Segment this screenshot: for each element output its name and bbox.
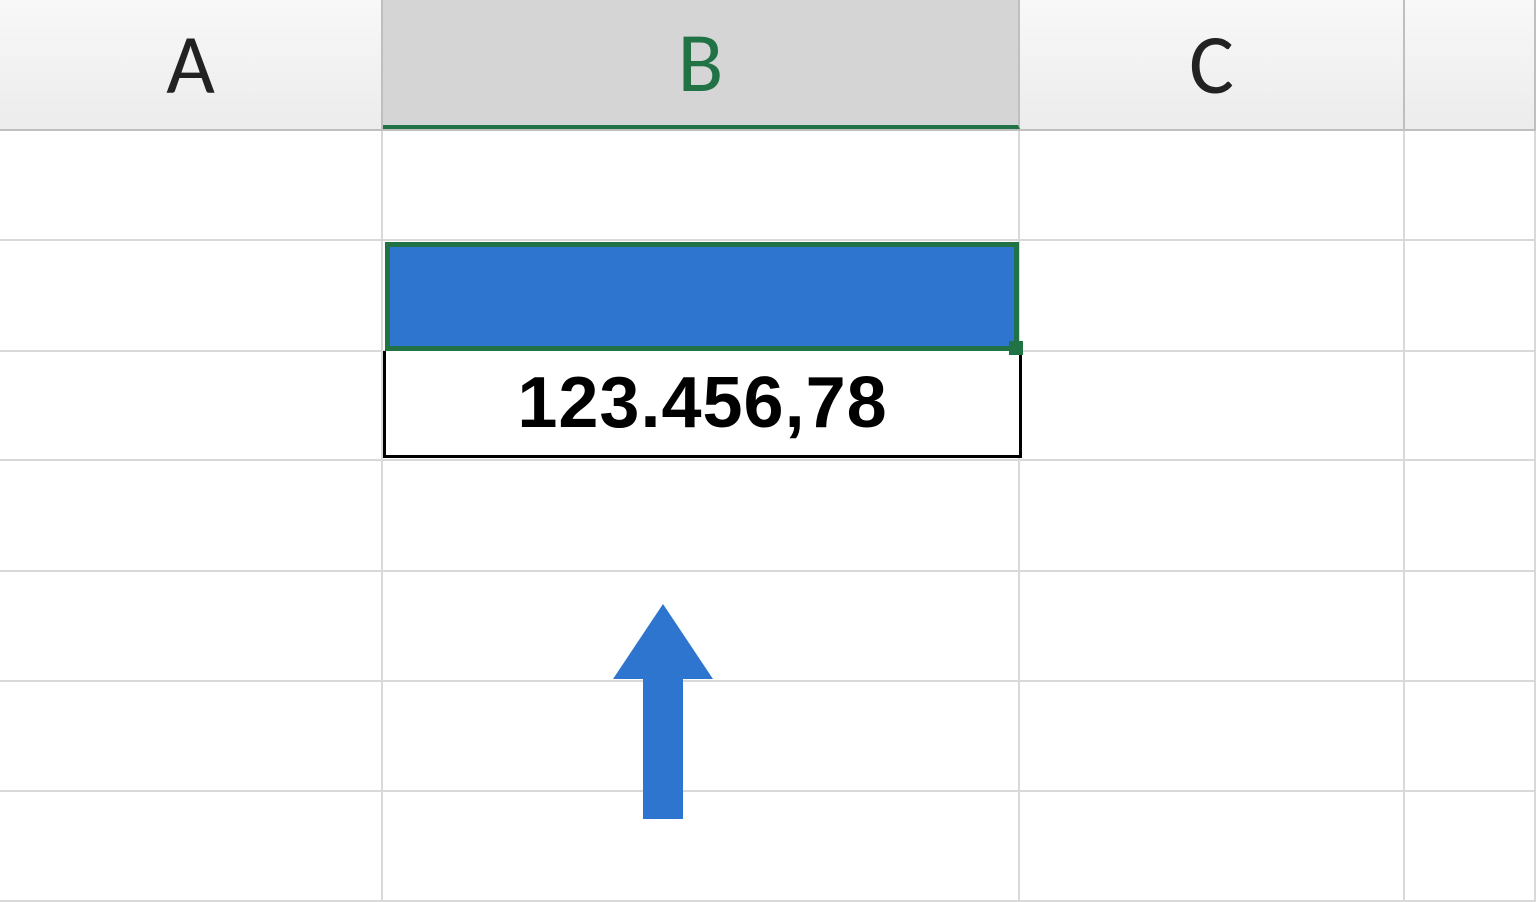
cell-b3-value-display[interactable]: 123.456,78 [383,351,1022,458]
column-label-a: A [166,13,215,116]
cell-a4[interactable] [0,461,383,570]
spreadsheet-grid: A B C [0,0,1536,864]
cell-a1[interactable] [0,131,383,239]
cell-a2[interactable] [0,241,383,350]
cell-b4[interactable] [383,461,1020,570]
column-header-c[interactable]: C [1020,0,1405,129]
cell-c5[interactable] [1020,572,1405,680]
cell-d4[interactable] [1405,461,1536,570]
column-header-d[interactable] [1405,0,1536,129]
cell-c3[interactable] [1020,352,1405,459]
arrow-up-icon [613,604,713,824]
cell-d6[interactable] [1405,682,1536,790]
cell-c7[interactable] [1020,792,1405,900]
row-4 [0,461,1536,572]
row-1 [0,131,1536,241]
column-label-c: C [1189,13,1234,116]
active-cell-selection[interactable] [385,242,1019,351]
cell-d7[interactable] [1405,792,1536,900]
column-header-b[interactable]: B [383,0,1020,129]
row-5 [0,572,1536,682]
cell-a6[interactable] [0,682,383,790]
column-header-row: A B C [0,0,1536,131]
cell-d5[interactable] [1405,572,1536,680]
grid-body: 123.456,78 [0,131,1536,864]
column-label-b: B [678,11,724,114]
row-6 [0,682,1536,792]
column-header-a[interactable]: A [0,0,383,129]
cell-a3[interactable] [0,352,383,459]
cell-c6[interactable] [1020,682,1405,790]
cell-c4[interactable] [1020,461,1405,570]
cell-d3[interactable] [1405,352,1536,459]
cell-c1[interactable] [1020,131,1405,239]
fill-handle[interactable] [1009,341,1023,355]
cell-c2[interactable] [1020,241,1405,350]
cell-a5[interactable] [0,572,383,680]
cell-b1[interactable] [383,131,1020,239]
cell-a7[interactable] [0,792,383,900]
row-7 [0,792,1536,902]
cell-d2[interactable] [1405,241,1536,350]
cell-value-text: 123.456,78 [517,362,887,444]
cell-d1[interactable] [1405,131,1536,239]
